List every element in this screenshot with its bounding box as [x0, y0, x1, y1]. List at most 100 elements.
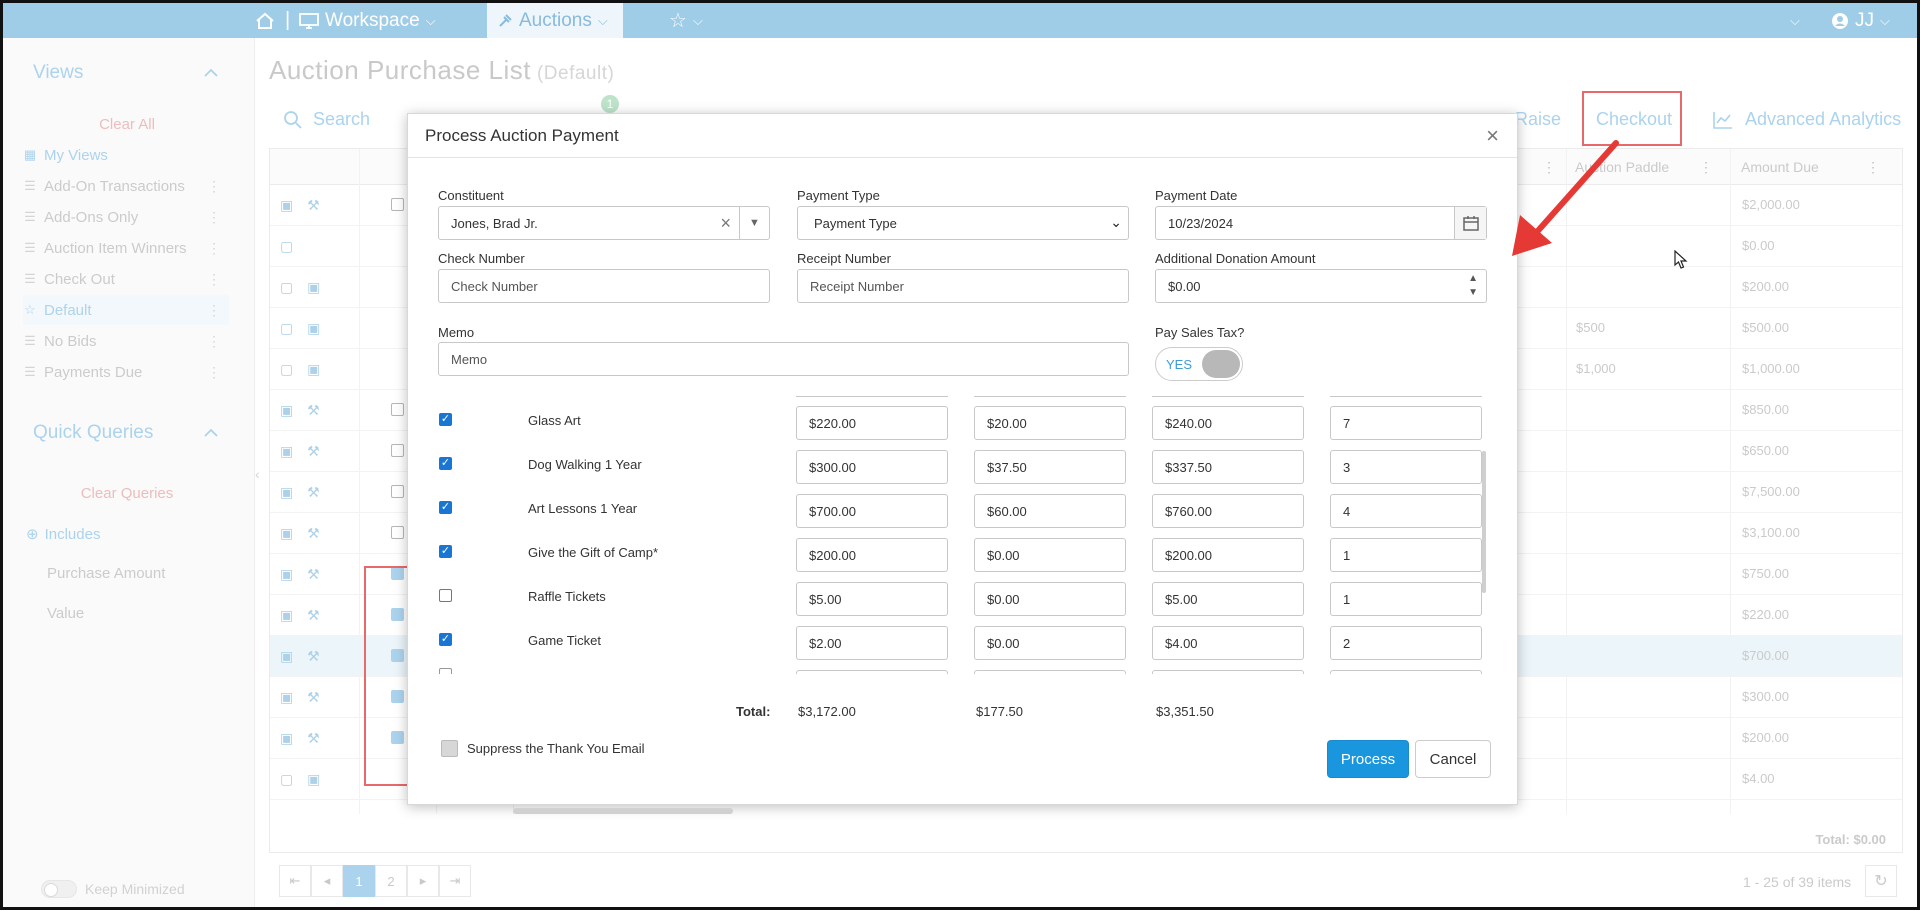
total-due: $3,351.50 [1156, 704, 1214, 719]
item-quantity-input[interactable]: 7 [1330, 406, 1482, 440]
item-total-input[interactable]: $240.00 [1152, 406, 1304, 440]
calendar-icon[interactable] [1454, 207, 1486, 239]
constituent-combobox[interactable]: Jones, Brad Jr. × ▼ [438, 206, 770, 240]
clear-icon[interactable]: × [720, 213, 731, 234]
total-purchase: $3,172.00 [798, 704, 856, 719]
payment-item-row: Raffle Tickets $5.00 $0.00 $5.00 1 [408, 580, 1519, 624]
payment-item-row: ✓ Game Ticket $2.00 $0.00 $4.00 2 [408, 624, 1519, 668]
item-tax-input[interactable]: $20.00 [974, 406, 1126, 440]
item-quantity-input[interactable]: 3 [1330, 450, 1482, 484]
payment-type-select[interactable]: Payment Type ⌄ [797, 206, 1129, 240]
receipt-number-input[interactable]: Receipt Number [797, 269, 1129, 303]
toggle-knob [1202, 350, 1240, 378]
memo-label: Memo [438, 325, 475, 340]
item-input-partial [1152, 670, 1304, 674]
item-price-input[interactable]: $200.00 [796, 538, 948, 572]
payment-type-value: Payment Type [814, 215, 897, 231]
mouse-cursor-icon [1674, 250, 1688, 269]
item-tax-input[interactable]: $0.00 [974, 582, 1126, 616]
number-spinner[interactable]: ▲ ▼ [1468, 272, 1478, 300]
checkbox-partial [439, 668, 452, 674]
checkbox-checked[interactable]: ✓ [439, 413, 452, 426]
payment-type-label: Payment Type [797, 188, 880, 203]
check-number-label: Check Number [438, 251, 525, 266]
item-quantity-input[interactable]: 2 [1330, 626, 1482, 660]
item-tax-input[interactable]: $37.50 [974, 450, 1126, 484]
close-icon[interactable]: × [1486, 123, 1499, 149]
pay-sales-tax-toggle[interactable]: YES [1155, 347, 1243, 381]
checkbox-checked[interactable]: ✓ [439, 633, 452, 646]
item-quantity-input[interactable]: 1 [1330, 582, 1482, 616]
item-input-partial [796, 670, 948, 674]
item-quantity-input[interactable]: 4 [1330, 494, 1482, 528]
donation-amount-input[interactable]: $0.00 ▲ ▼ [1155, 269, 1487, 303]
column-divider [796, 396, 948, 397]
constituent-label: Constituent [438, 188, 504, 203]
payment-date-value: 10/23/2024 [1168, 215, 1234, 231]
item-price-input[interactable]: $5.00 [796, 582, 948, 616]
donation-amount-value: $0.00 [1168, 278, 1201, 294]
item-name: Give the Gift of Camp* [528, 545, 659, 560]
dialog-header: Process Auction Payment × [408, 114, 1517, 158]
item-price-input[interactable]: $700.00 [796, 494, 948, 528]
process-auction-payment-dialog: Process Auction Payment × Constituent Jo… [407, 113, 1518, 805]
item-input-partial [1330, 670, 1482, 674]
item-name: Raffle Tickets [528, 589, 606, 604]
item-name: Game Ticket [528, 633, 601, 648]
item-name: Glass Art [528, 413, 581, 428]
item-price-input[interactable]: $2.00 [796, 626, 948, 660]
receipt-number-label: Receipt Number [797, 251, 891, 266]
annotation-arrow-icon [1512, 140, 1619, 256]
item-input-partial [974, 670, 1126, 674]
item-quantity-input[interactable]: 1 [1330, 538, 1482, 572]
total-label: Total: [736, 704, 771, 719]
cancel-button[interactable]: Cancel [1415, 740, 1491, 778]
checkbox-unchecked[interactable] [441, 740, 458, 757]
checkbox-checked[interactable]: ✓ [439, 501, 452, 514]
memo-input[interactable]: Memo [438, 342, 1129, 376]
payment-date-field[interactable]: 10/23/2024 [1155, 206, 1487, 240]
column-divider [974, 396, 1126, 397]
check-number-placeholder: Check Number [451, 278, 538, 294]
payment-item-row: ✓ Glass Art $220.00 $20.00 $240.00 7 [408, 404, 1519, 448]
item-price-input[interactable]: $300.00 [796, 450, 948, 484]
horizontal-scrollbar[interactable] [513, 808, 733, 814]
column-divider [1330, 396, 1482, 397]
constituent-value: Jones, Brad Jr. [451, 215, 538, 231]
checkbox-checked[interactable]: ✓ [439, 545, 452, 558]
check-number-input[interactable]: Check Number [438, 269, 770, 303]
checkbox-checked[interactable]: ✓ [439, 457, 452, 470]
suppress-email-label: Suppress the Thank You Email [467, 741, 645, 756]
purchased-items-list: ✓ Glass Art $220.00 $20.00 $240.00 7 ✓ Dog Walk… [408, 396, 1519, 674]
item-name: Art Lessons 1 Year [528, 501, 638, 516]
item-total-input[interactable]: $5.00 [1152, 582, 1304, 616]
item-total-input[interactable]: $760.00 [1152, 494, 1304, 528]
column-divider [1152, 396, 1304, 397]
payment-item-row: ✓ Dog Walking 1 Year $300.00 $37.50 $337.50 3 [408, 448, 1519, 492]
toggle-yes-label: YES [1166, 357, 1193, 372]
dialog-title: Process Auction Payment [425, 126, 619, 145]
donation-amount-label: Additional Donation Amount [1155, 251, 1316, 266]
chevron-down-icon: ⌄ [1110, 214, 1122, 230]
item-total-input[interactable]: $337.50 [1152, 450, 1304, 484]
item-tax-input[interactable]: $0.00 [974, 538, 1126, 572]
item-total-input[interactable]: $200.00 [1152, 538, 1304, 572]
suppress-email-checkbox[interactable]: Suppress the Thank You Email [441, 740, 645, 757]
payment-date-label: Payment Date [1155, 188, 1238, 203]
process-button[interactable]: Process [1327, 740, 1409, 778]
item-price-input[interactable]: $220.00 [796, 406, 948, 440]
item-tax-input[interactable]: $60.00 [974, 494, 1126, 528]
pay-sales-tax-label: Pay Sales Tax? [1155, 325, 1245, 340]
items-scrollbar[interactable] [1482, 451, 1486, 593]
item-tax-input[interactable]: $0.00 [974, 626, 1126, 660]
dropdown-caret-icon[interactable]: ▼ [739, 207, 769, 239]
item-name: Dog Walking 1 Year [528, 457, 642, 472]
payment-item-row: ✓ Art Lessons 1 Year $700.00 $60.00 $760.00 4 [408, 492, 1519, 536]
memo-placeholder: Memo [451, 351, 488, 367]
app-window: | Workspace ⌵ Auctions ⌵ ☆ ⌵ ⌵ JJ ⌵ View… [0, 0, 1920, 910]
item-total-input[interactable]: $4.00 [1152, 626, 1304, 660]
checkbox-unchecked[interactable] [439, 589, 452, 602]
total-tax: $177.50 [976, 704, 1023, 719]
payment-item-row: ✓ Give the Gift of Camp* $200.00 $0.00 $200.… [408, 536, 1519, 580]
receipt-number-placeholder: Receipt Number [810, 278, 904, 294]
